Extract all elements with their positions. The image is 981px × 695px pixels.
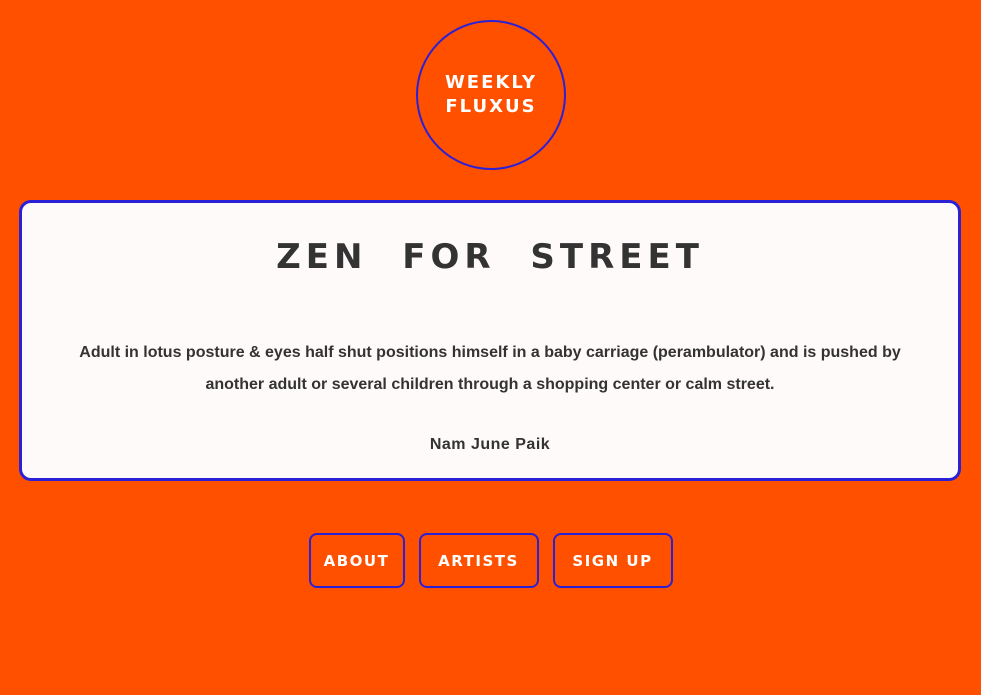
sign-up-button[interactable]: SIGN UP bbox=[552, 533, 673, 588]
bottom-nav: ABOUT ARTISTS SIGN UP bbox=[0, 533, 981, 588]
logo-line-1: WEEKLY bbox=[444, 72, 538, 93]
score-author: Nam June Paik bbox=[429, 436, 551, 453]
site-logo[interactable]: WEEKLY FLUXUS bbox=[416, 20, 566, 170]
logo-line-2: FLUXUS bbox=[445, 96, 537, 117]
event-score-card: ZEN FOR STREET Adult in lotus posture & … bbox=[19, 200, 961, 481]
score-description: Adult in lotus posture & eyes half shut … bbox=[79, 344, 901, 393]
score-title: ZEN FOR STREET bbox=[276, 237, 704, 277]
about-button[interactable]: ABOUT bbox=[308, 533, 405, 588]
artists-button[interactable]: ARTISTS bbox=[418, 533, 539, 588]
